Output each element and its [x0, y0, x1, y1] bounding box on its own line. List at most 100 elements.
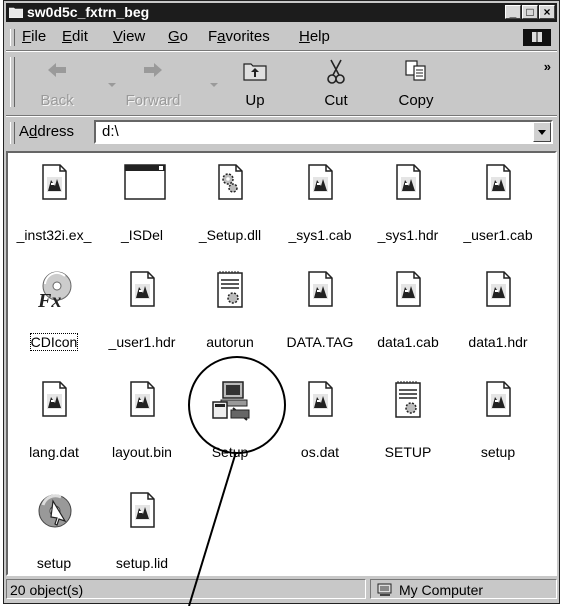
file-item[interactable]: DATA.TAG — [280, 270, 360, 350]
file-item[interactable]: setup — [458, 380, 538, 460]
application-window-icon — [123, 163, 166, 201]
generic-file-icon — [301, 270, 339, 308]
file-name-label: autorun — [206, 334, 254, 350]
generic-file-icon — [301, 163, 339, 201]
file-name-label: lang.dat — [29, 444, 79, 460]
file-item[interactable]: _user1.cab — [458, 163, 538, 243]
menu-file[interactable]: File — [22, 26, 46, 48]
back-dropdown-arrow[interactable] — [108, 83, 116, 87]
file-name-label: data1.hdr — [468, 334, 528, 350]
back-arrow-icon — [48, 63, 66, 77]
title-bar[interactable]: sw0d5c_fxtrn_beg _ □ × — [6, 3, 557, 22]
generic-file-icon — [35, 380, 73, 418]
file-item[interactable]: SETUP — [368, 380, 448, 460]
menu-go[interactable]: Go — [168, 26, 188, 48]
file-name-label: _ISDel — [120, 227, 164, 243]
maximize-button[interactable]: □ — [522, 5, 538, 19]
generic-file-icon — [479, 163, 517, 201]
menu-edit[interactable]: Edit — [62, 26, 88, 48]
cut-button[interactable]: Cut — [303, 55, 369, 111]
file-item[interactable]: data1.cab — [368, 270, 448, 350]
computer-icon — [377, 583, 392, 596]
fx-cd-icon: Fx — [35, 270, 73, 312]
setup-cd-arrow-icon — [35, 491, 73, 529]
file-item[interactable]: layout.bin — [102, 380, 182, 460]
file-item[interactable]: _sys1.hdr — [368, 163, 448, 243]
folder-icon — [9, 7, 23, 18]
file-name-label: _Setup.dll — [198, 227, 262, 243]
file-item[interactable]: autorun — [190, 270, 270, 350]
forward-button[interactable]: Forward — [120, 55, 186, 111]
back-button[interactable]: Back — [24, 55, 90, 111]
file-name-label: os.dat — [300, 444, 340, 460]
toolbar-overflow-chevron[interactable]: » — [544, 59, 551, 74]
copy-icon — [405, 60, 426, 81]
generic-file-icon — [35, 163, 73, 201]
file-name-label: DATA.TAG — [286, 334, 354, 350]
file-name-label: _sys1.cab — [288, 227, 352, 243]
file-name-label: SETUP — [384, 444, 432, 460]
address-value: d:\ — [102, 123, 119, 140]
minimize-button[interactable]: _ — [505, 5, 521, 19]
file-item[interactable]: os.dat — [280, 380, 360, 460]
file-name-label: _sys1.hdr — [377, 227, 439, 243]
zone-label: My Computer — [399, 582, 484, 598]
object-count: 20 object(s) — [6, 579, 366, 599]
file-name-label: _user1.cab — [463, 227, 533, 243]
generic-file-icon — [389, 163, 427, 201]
generic-file-icon — [301, 380, 339, 418]
file-item[interactable]: data1.hdr — [458, 270, 538, 350]
file-name-label: _user1.hdr — [108, 334, 176, 350]
menu-help[interactable]: Help — [299, 26, 330, 48]
setup-info-icon — [389, 380, 427, 418]
file-list-pane[interactable]: _inst32i.ex_ _ISDel _Setup.dll _sys1.cab _sy… — [6, 151, 557, 576]
file-item[interactable]: _Setup.dll — [190, 163, 270, 243]
file-item[interactable]: lang.dat — [14, 380, 94, 460]
dll-gear-icon — [211, 163, 249, 201]
up-folder-icon — [243, 63, 267, 81]
address-dropdown-button[interactable] — [533, 122, 551, 142]
generic-file-icon — [389, 270, 427, 308]
address-input[interactable]: d:\ — [94, 120, 553, 144]
generic-file-icon — [479, 380, 517, 418]
address-label: Address — [19, 123, 75, 140]
copy-button[interactable]: Copy — [383, 55, 449, 111]
menu-bar: File Edit View Go Favorites Help — [6, 26, 557, 48]
file-item[interactable]: Fx CDIcon — [14, 270, 94, 351]
file-item[interactable]: _ISDel — [102, 163, 182, 243]
forward-arrow-icon — [144, 63, 162, 77]
close-button[interactable]: × — [539, 5, 555, 19]
file-item[interactable]: _sys1.cab — [280, 163, 360, 243]
file-item[interactable]: _inst32i.ex_ — [14, 163, 94, 243]
standard-toolbar: Back Forward Up Cut Copy » — [6, 53, 557, 113]
file-name-label: data1.cab — [377, 334, 439, 350]
generic-file-icon — [479, 270, 517, 308]
zone-panel: My Computer — [370, 579, 557, 599]
address-bar: Address d:\ — [6, 118, 557, 148]
generic-file-icon — [123, 270, 161, 308]
file-name-label: Setup — [211, 444, 249, 460]
file-item[interactable]: Setup — [190, 380, 270, 460]
file-name-label: setup — [36, 555, 72, 571]
file-item[interactable]: _user1.hdr — [102, 270, 182, 350]
window-title: sw0d5c_fxtrn_beg — [27, 4, 150, 20]
scissors-icon — [327, 59, 345, 84]
generic-file-icon — [123, 491, 161, 529]
menu-favorites[interactable]: Favorites — [208, 26, 270, 48]
up-button[interactable]: Up — [222, 55, 288, 111]
explorer-window: sw0d5c_fxtrn_beg _ □ × File Edit View Go… — [3, 0, 560, 604]
setup-info-icon — [211, 270, 249, 308]
file-name-label: CDIcon — [29, 333, 79, 351]
menu-view[interactable]: View — [113, 26, 145, 48]
forward-dropdown-arrow[interactable] — [210, 83, 218, 87]
file-item[interactable]: setup — [14, 491, 94, 571]
file-name-label: setup — [480, 444, 516, 460]
status-bar: 20 object(s) My Computer — [6, 579, 557, 601]
addressbar-grip[interactable] — [10, 122, 15, 144]
file-item[interactable]: setup.lid — [102, 491, 182, 571]
windows-logo-icon — [523, 29, 551, 46]
file-name-label: layout.bin — [112, 444, 172, 460]
svg-text:Fx: Fx — [37, 290, 61, 310]
toolbar-grip[interactable] — [10, 57, 15, 107]
menubar-grip[interactable] — [10, 29, 15, 46]
